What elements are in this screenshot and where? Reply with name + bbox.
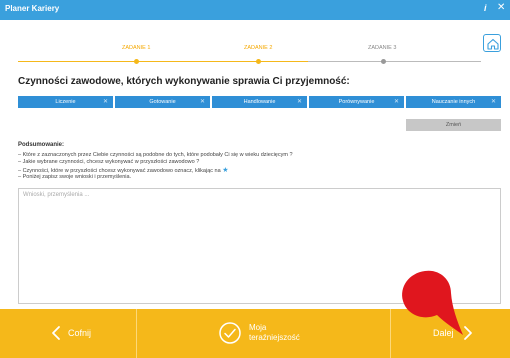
- info-icon[interactable]: i: [484, 3, 487, 13]
- summary-line-1: – Które z zaznaczonych przez Ciebie czyn…: [18, 152, 293, 158]
- progress-line-remaining: [308, 61, 481, 62]
- checkmark-circle-icon: [219, 322, 241, 344]
- activity-tag-nauczanie-innych[interactable]: Nauczanie innych ✕: [406, 96, 501, 108]
- present-section: Moja teraźniejszość: [137, 309, 390, 358]
- activity-tag-label: Gotowanie: [149, 99, 176, 105]
- remove-icon[interactable]: ✕: [394, 98, 399, 105]
- close-icon[interactable]: ✕: [497, 2, 505, 13]
- present-label: Moja teraźniejszość: [249, 323, 300, 342]
- activity-tag-label: Liczenie: [55, 99, 76, 105]
- remove-icon[interactable]: ✕: [200, 98, 205, 105]
- step-1-label: ZADANIE 1: [122, 45, 151, 51]
- step-2-dot: [256, 59, 261, 64]
- selected-activities: Liczenie ✕ Gotowanie ✕ Handlowanie ✕ Por…: [18, 96, 501, 108]
- activity-tag-label: Nauczanie innych: [431, 99, 476, 105]
- activity-tag-liczenie[interactable]: Liczenie ✕: [18, 96, 113, 108]
- activity-tag-label: Porównywanie: [338, 99, 375, 105]
- remove-icon[interactable]: ✕: [103, 98, 108, 105]
- page-heading: Czynności zawodowe, których wykonywanie …: [18, 76, 350, 87]
- pointer-marker-icon: [402, 270, 463, 335]
- back-button-label: Cofnij: [68, 328, 92, 338]
- summary-line-2: – Jakie wybrane czynności, chcesz wykony…: [18, 159, 200, 165]
- step-3-label: ZADANIE 3: [368, 45, 397, 51]
- home-button[interactable]: [483, 34, 501, 52]
- activity-tag-label: Handlowanie: [243, 99, 276, 105]
- summary-line-3: – Czynności, które w przyszłości chcesz …: [18, 166, 228, 174]
- title-bar: Planer Kariery i ✕: [0, 0, 510, 20]
- step-3-dot: [381, 59, 386, 64]
- change-button[interactable]: Zmień: [406, 119, 501, 131]
- summary-title: Podsumowanie:: [18, 142, 65, 148]
- summary-line-4: – Poniżej zapisz swoje wnioski i przemyś…: [18, 174, 132, 180]
- window-title: Planer Kariery: [5, 4, 60, 13]
- remove-icon[interactable]: ✕: [297, 98, 302, 105]
- back-button[interactable]: Cofnij: [0, 309, 136, 358]
- home-icon: [487, 38, 499, 50]
- chevron-left-icon: [52, 326, 60, 340]
- star-icon: ★: [222, 167, 229, 174]
- activity-tag-handlowanie[interactable]: Handlowanie ✕: [212, 96, 307, 108]
- progress-line-completed: [18, 61, 308, 62]
- step-1-dot: [134, 59, 139, 64]
- activity-tag-gotowanie[interactable]: Gotowanie ✕: [115, 96, 210, 108]
- remove-icon[interactable]: ✕: [491, 98, 496, 105]
- activity-tag-porownywanie[interactable]: Porównywanie ✕: [309, 96, 404, 108]
- step-2-label: ZADANIE 2: [244, 45, 273, 51]
